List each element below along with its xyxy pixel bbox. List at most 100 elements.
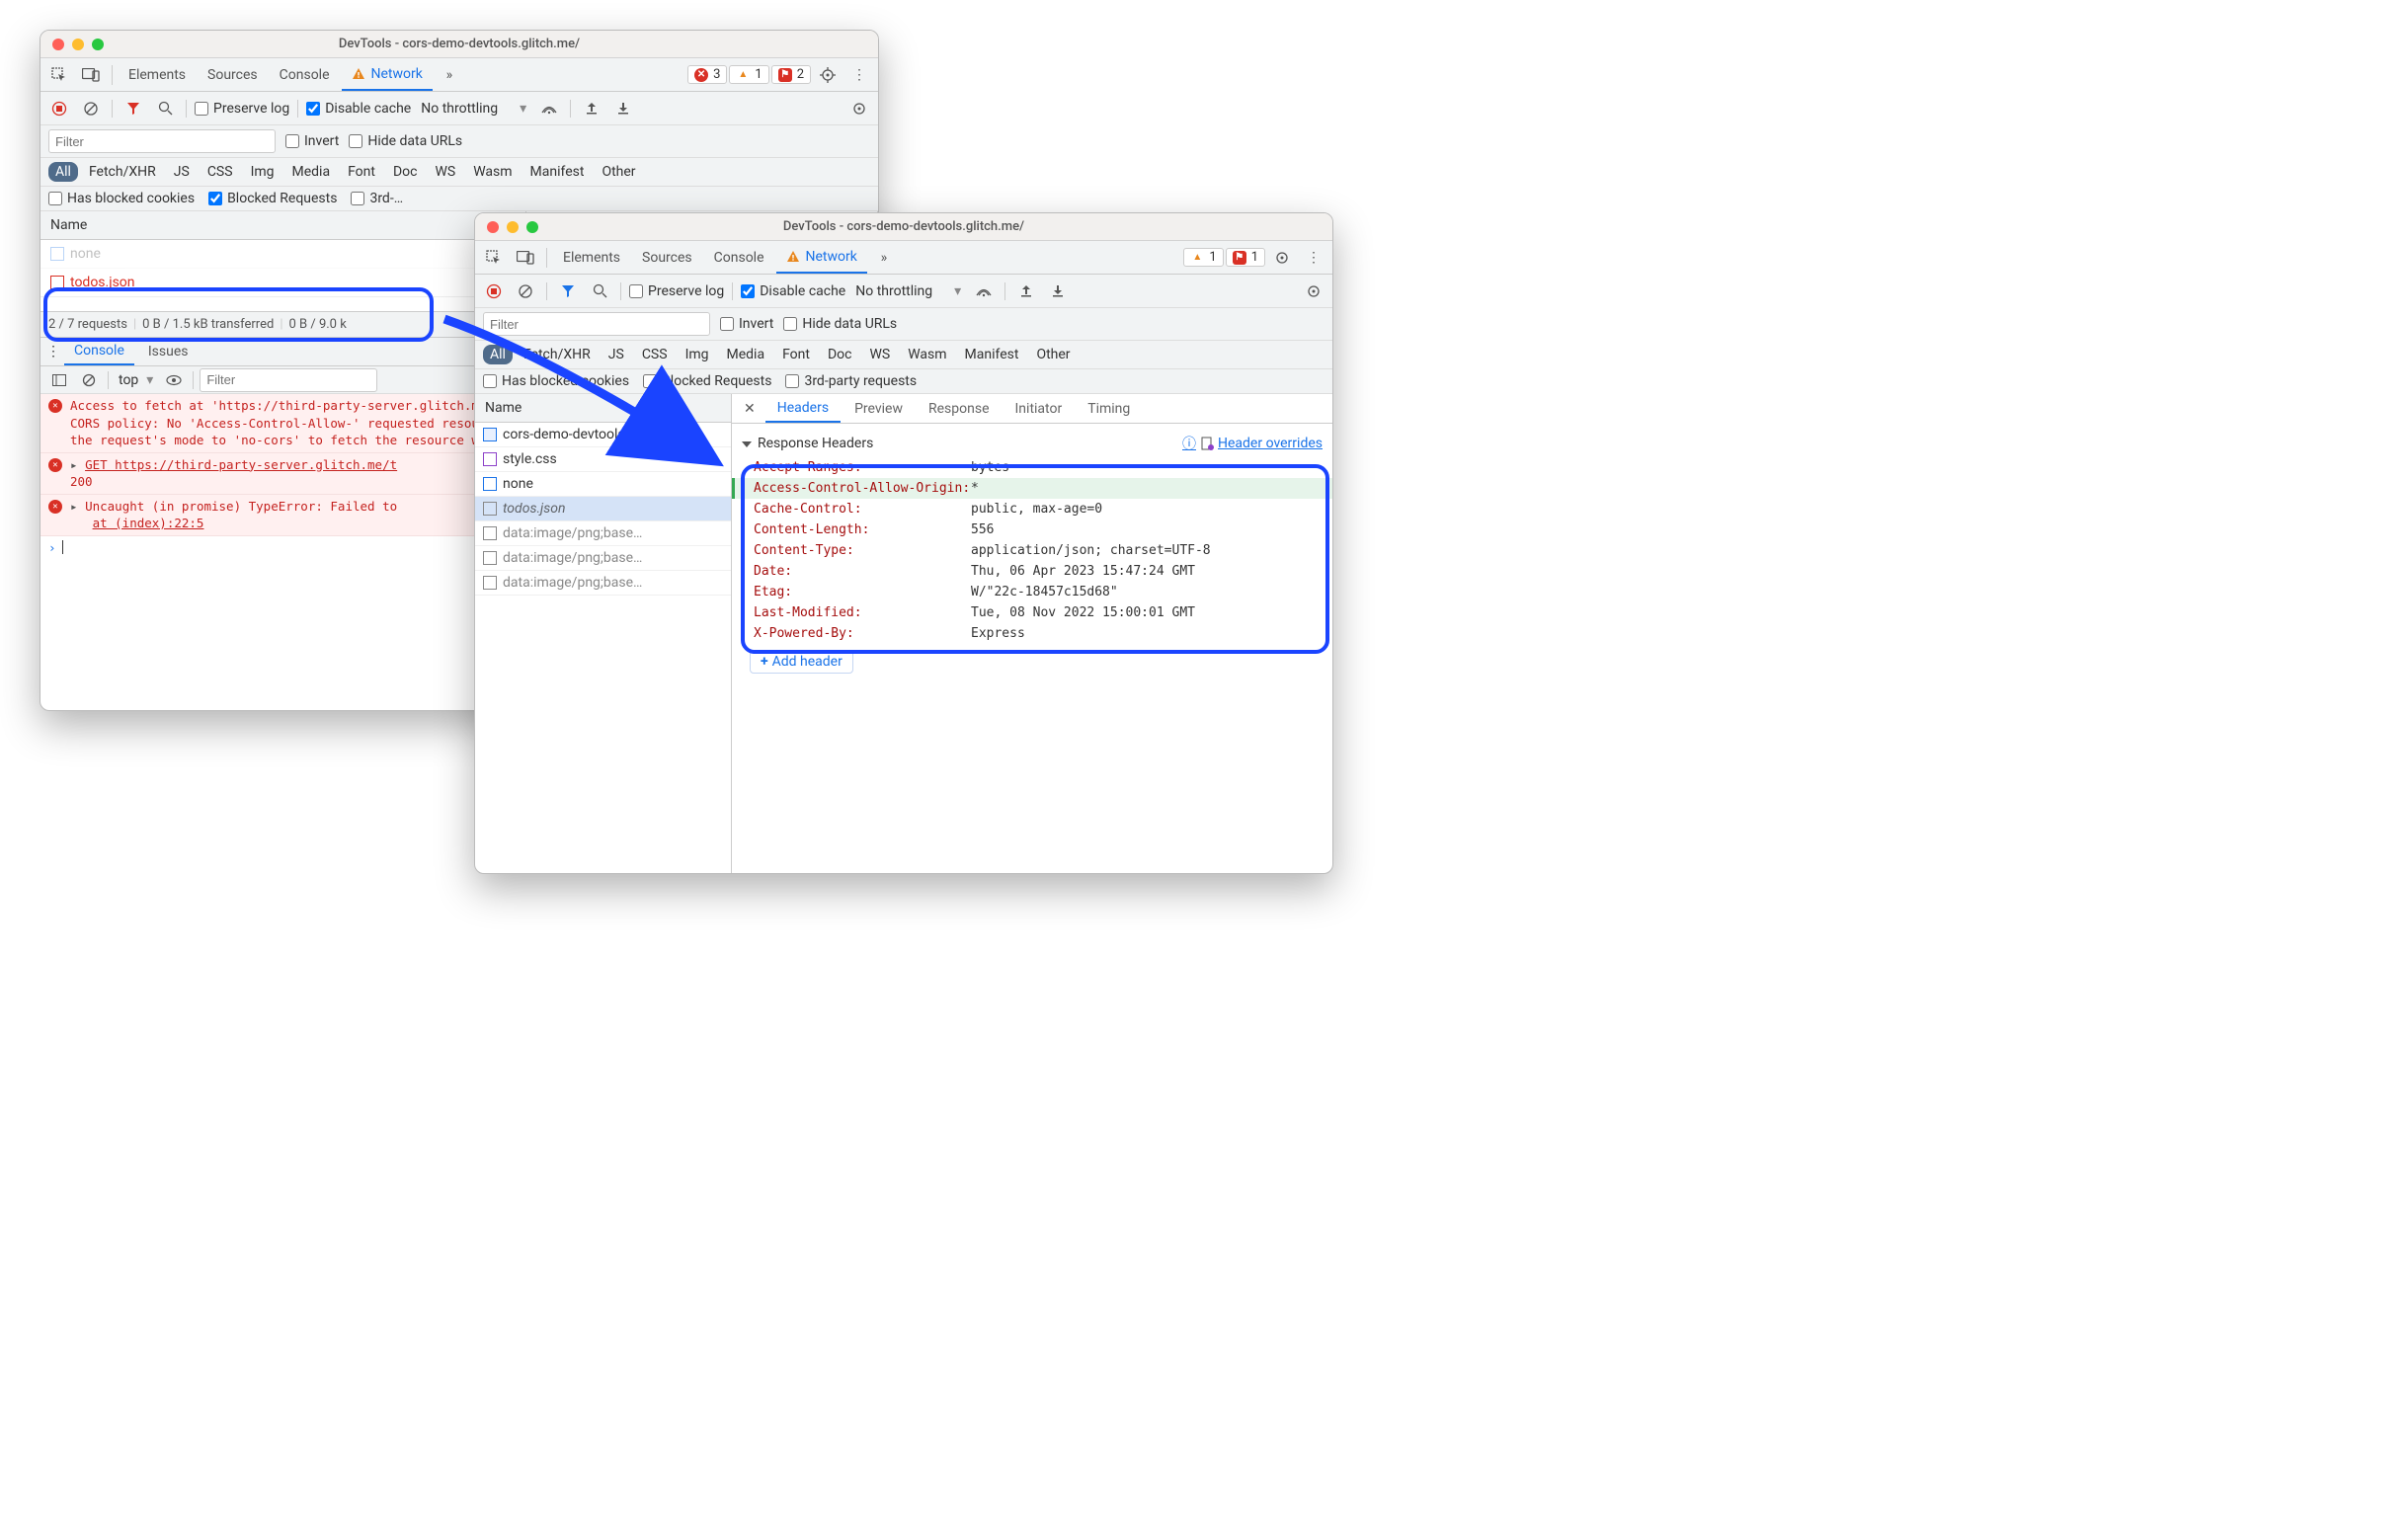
blocked-requests-checkbox[interactable]: Blocked Requests (643, 373, 771, 389)
type-font[interactable]: Font (341, 162, 382, 182)
upload-icon[interactable] (1013, 279, 1039, 304)
record-icon[interactable] (46, 96, 72, 121)
kebab-icon[interactable]: ⋮ (844, 60, 874, 90)
header-overrides-link[interactable]: ⓘ Header overrides (1182, 434, 1323, 453)
warnings-badge[interactable]: ▲1 (729, 65, 768, 84)
detail-tab-preview[interactable]: Preview (843, 396, 915, 422)
invert-checkbox[interactable]: Invert (285, 133, 339, 149)
filter-input[interactable] (483, 312, 710, 336)
inspect-icon[interactable] (479, 243, 509, 273)
minimize-window-icon[interactable] (507, 221, 519, 233)
console-sidebar-icon[interactable] (46, 367, 72, 393)
list-item[interactable]: style.css (475, 447, 731, 472)
detail-tab-headers[interactable]: Headers (765, 395, 841, 423)
type-font[interactable]: Font (775, 345, 817, 364)
third-party-checkbox[interactable]: 3rd-party requests (785, 373, 917, 389)
add-header-button[interactable]: +Add header (750, 650, 853, 674)
list-item[interactable]: data:image/png;base… (475, 546, 731, 571)
type-doc[interactable]: Doc (821, 345, 859, 364)
network-settings-icon[interactable] (1301, 279, 1326, 304)
type-css[interactable]: CSS (635, 345, 675, 364)
header-row[interactable]: Accept-Ranges:bytes (732, 457, 1332, 478)
third-party-checkbox[interactable]: 3rd-… (351, 191, 403, 206)
detail-tab-initiator[interactable]: Initiator (1003, 396, 1075, 422)
issues-badge[interactable]: ⚑1 (1226, 248, 1265, 267)
console-clear-icon[interactable] (76, 367, 102, 393)
tab-network[interactable]: Network (776, 242, 867, 274)
blocked-cookies-checkbox[interactable]: Has blocked cookies (48, 191, 195, 206)
type-media[interactable]: Media (720, 345, 772, 364)
type-wasm[interactable]: Wasm (466, 162, 519, 182)
inspect-icon[interactable] (44, 60, 74, 90)
col-name[interactable]: Name (40, 211, 526, 239)
type-js[interactable]: JS (602, 345, 631, 364)
upload-icon[interactable] (579, 96, 604, 121)
drawer-kebab-icon[interactable]: ⋮ (46, 344, 60, 360)
network-settings-icon[interactable] (846, 96, 872, 121)
type-fetch[interactable]: Fetch/XHR (517, 345, 598, 364)
header-row[interactable]: Date:Thu, 06 Apr 2023 15:47:24 GMT (732, 561, 1332, 582)
list-item[interactable]: data:image/png;base… (475, 521, 731, 546)
list-item-selected[interactable]: todos.json (475, 497, 731, 521)
drawer-tab-issues[interactable]: Issues (138, 339, 199, 364)
tab-elements[interactable]: Elements (553, 243, 630, 273)
console-filter-input[interactable] (200, 368, 377, 392)
close-window-icon[interactable] (52, 39, 64, 50)
download-icon[interactable] (1045, 279, 1071, 304)
type-img[interactable]: Img (244, 162, 281, 182)
invert-checkbox[interactable]: Invert (720, 316, 773, 332)
type-fetch[interactable]: Fetch/XHR (82, 162, 163, 182)
type-doc[interactable]: Doc (386, 162, 425, 182)
maximize-window-icon[interactable] (526, 221, 538, 233)
type-js[interactable]: JS (167, 162, 197, 182)
minimize-window-icon[interactable] (72, 39, 84, 50)
tab-sources[interactable]: Sources (198, 60, 268, 90)
device-toggle-icon[interactable] (76, 60, 106, 90)
type-other[interactable]: Other (595, 162, 642, 182)
type-all[interactable]: All (483, 345, 513, 364)
list-item[interactable]: cors-demo-devtools.glitch.me (475, 423, 731, 447)
disable-cache-checkbox[interactable]: Disable cache (741, 283, 845, 299)
settings-icon[interactable] (813, 60, 843, 90)
type-img[interactable]: Img (679, 345, 716, 364)
more-tabs-icon[interactable]: » (869, 243, 899, 273)
list-item[interactable]: data:image/png;base… (475, 571, 731, 596)
hide-data-urls-checkbox[interactable]: Hide data URLs (349, 133, 462, 149)
header-row[interactable]: Cache-Control:public, max-age=0 (732, 499, 1332, 519)
tab-network[interactable]: Network (342, 59, 433, 91)
type-manifest[interactable]: Manifest (523, 162, 592, 182)
more-tabs-icon[interactable]: » (435, 60, 464, 90)
detail-tab-timing[interactable]: Timing (1076, 396, 1142, 422)
network-conditions-icon[interactable] (971, 279, 997, 304)
clear-icon[interactable] (78, 96, 104, 121)
type-media[interactable]: Media (285, 162, 338, 182)
throttling-select[interactable]: No throttling▾ (417, 101, 530, 117)
tab-elements[interactable]: Elements (119, 60, 196, 90)
header-row[interactable]: Etag:W/"22c-18457c15d68" (732, 582, 1332, 602)
tab-sources[interactable]: Sources (632, 243, 702, 273)
errors-badge[interactable]: ✕3 (687, 65, 727, 84)
maximize-window-icon[interactable] (92, 39, 104, 50)
settings-icon[interactable] (1267, 243, 1297, 273)
network-conditions-icon[interactable] (536, 96, 562, 121)
detail-tab-response[interactable]: Response (917, 396, 1002, 422)
type-css[interactable]: CSS (201, 162, 240, 182)
hide-data-urls-checkbox[interactable]: Hide data URLs (783, 316, 897, 332)
filter-icon[interactable] (120, 96, 146, 121)
filter-input[interactable] (48, 129, 276, 153)
header-row-added[interactable]: Access-Control-Allow-Origin:* (732, 478, 1332, 499)
disable-cache-checkbox[interactable]: Disable cache (306, 101, 411, 117)
search-icon[interactable] (152, 96, 178, 121)
type-all[interactable]: All (48, 162, 78, 182)
header-row[interactable]: Content-Length:556 (732, 519, 1332, 540)
type-manifest[interactable]: Manifest (958, 345, 1026, 364)
filter-icon[interactable] (555, 279, 581, 304)
type-ws[interactable]: WS (428, 162, 462, 182)
type-ws[interactable]: WS (862, 345, 897, 364)
response-headers-title[interactable]: Response Headers ⓘ Header overrides (732, 430, 1332, 457)
preserve-log-checkbox[interactable]: Preserve log (629, 283, 724, 299)
header-row[interactable]: Content-Type:application/json; charset=U… (732, 540, 1332, 561)
download-icon[interactable] (610, 96, 636, 121)
close-detail-icon[interactable]: ✕ (736, 401, 763, 417)
list-item[interactable]: none (475, 472, 731, 497)
